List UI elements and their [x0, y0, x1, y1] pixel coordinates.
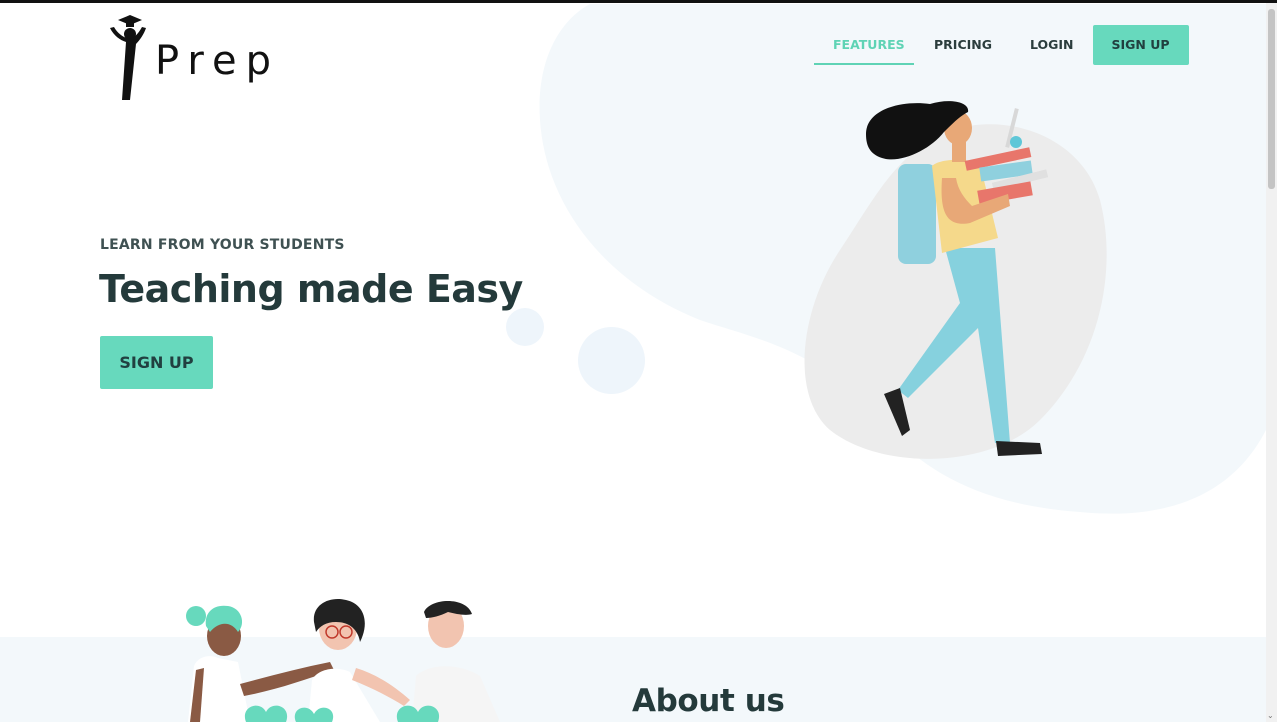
- nav-pricing[interactable]: PRICING: [915, 25, 1011, 65]
- hero-kicker: LEARN FROM YOUR STUDENTS: [100, 237, 345, 253]
- scroll-down-icon[interactable]: ⌄: [1267, 711, 1274, 720]
- hero-signup-button[interactable]: SIGN UP: [100, 336, 213, 389]
- brand-wordmark: Prep: [155, 38, 280, 84]
- about-title: About us: [632, 683, 785, 719]
- main-nav: FEATURES PRICING LOGIN SIGN UP: [814, 25, 1189, 65]
- nav-features[interactable]: FEATURES: [814, 25, 914, 65]
- nav-login[interactable]: LOGIN: [1011, 25, 1093, 65]
- scrollbar-thumb[interactable]: [1268, 9, 1275, 189]
- nav-signup-button[interactable]: SIGN UP: [1092, 25, 1189, 65]
- hero-headline: Teaching made Easy: [99, 267, 523, 311]
- page-scrollbar[interactable]: ⌄: [1266, 3, 1277, 722]
- student-carrying-books-illustration: [866, 101, 1049, 456]
- three-friends-illustration: [186, 598, 500, 722]
- decorative-bubble-small: [506, 308, 544, 346]
- decorative-bubble-large: [578, 327, 645, 394]
